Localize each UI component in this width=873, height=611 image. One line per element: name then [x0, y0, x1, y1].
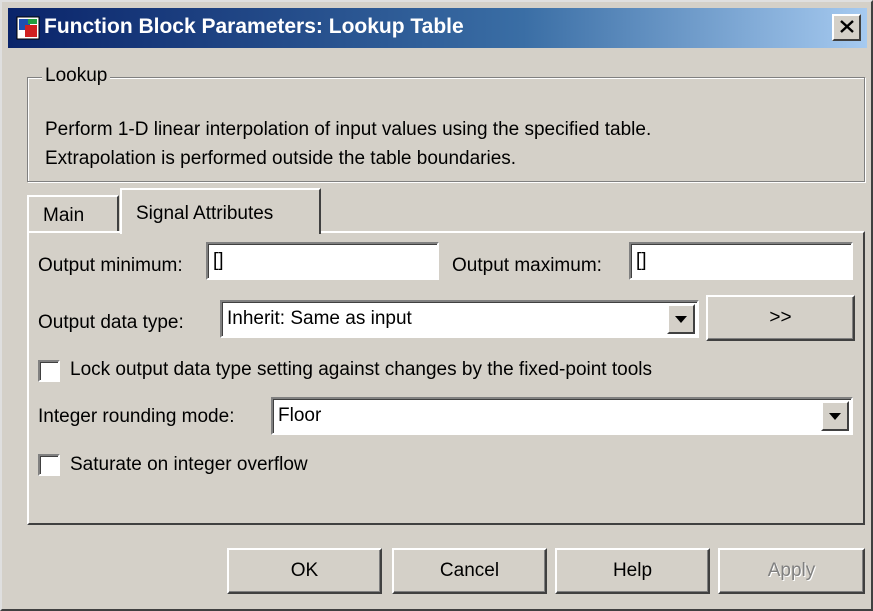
simulink-block-icon [16, 16, 40, 40]
data-type-assistant-button[interactable]: >> [706, 295, 855, 341]
chevron-down-icon[interactable] [821, 401, 849, 431]
rounding-mode-value: Floor [278, 405, 322, 426]
output-maximum-label: Output maximum: [452, 255, 602, 276]
lock-output-label: Lock output data type setting against ch… [70, 359, 652, 380]
group-legend: Lookup [42, 65, 111, 87]
title-bar[interactable]: Function Block Parameters: Lookup Table [8, 8, 867, 48]
apply-button[interactable]: Apply [718, 548, 865, 594]
rounding-mode-select[interactable]: Floor [271, 397, 853, 435]
dialog-window: Function Block Parameters: Lookup Table … [0, 0, 873, 611]
cancel-button[interactable]: Cancel [392, 548, 547, 594]
description-line-2: Extrapolation is performed outside the t… [45, 148, 517, 169]
close-icon [839, 17, 854, 39]
output-minimum-input[interactable]: [] [206, 242, 439, 280]
window-title: Function Block Parameters: Lookup Table [44, 15, 464, 38]
tab-signal-attributes[interactable]: Signal Attributes [120, 188, 321, 234]
saturate-checkbox[interactable] [38, 454, 60, 476]
description-line-1: Perform 1-D linear interpolation of inpu… [45, 119, 652, 140]
close-button[interactable] [832, 14, 861, 41]
output-data-type-value: Inherit: Same as input [227, 308, 412, 329]
output-data-type-select[interactable]: Inherit: Same as input [220, 300, 699, 338]
output-data-type-label: Output data type: [38, 312, 184, 333]
chevron-down-icon[interactable] [667, 304, 695, 334]
tab-main[interactable]: Main [27, 195, 119, 231]
lock-output-checkbox[interactable] [38, 360, 60, 382]
ok-button[interactable]: OK [227, 548, 382, 594]
block-description: Perform 1-D linear interpolation of inpu… [45, 115, 855, 173]
output-maximum-input[interactable]: [] [629, 242, 853, 280]
help-button[interactable]: Help [555, 548, 710, 594]
output-minimum-label: Output minimum: [38, 255, 183, 276]
saturate-label: Saturate on integer overflow [70, 454, 308, 475]
rounding-mode-label: Integer rounding mode: [38, 406, 235, 427]
